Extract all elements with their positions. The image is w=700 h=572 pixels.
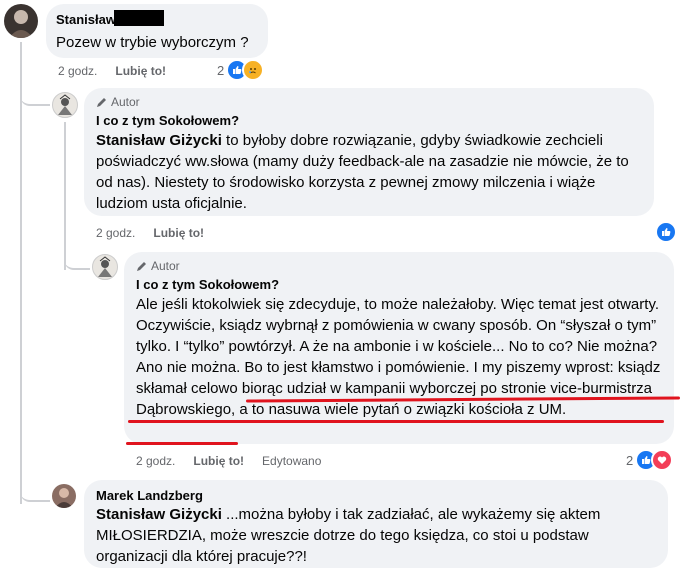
like-reaction-icon: [655, 221, 677, 243]
comment-author[interactable]: Stanisław: [56, 12, 116, 27]
reaction-summary[interactable]: 2: [626, 449, 674, 471]
edited-label: Edytowano: [262, 454, 322, 468]
author-badge: Autor: [96, 95, 140, 109]
author-badge-label: Autor: [151, 259, 180, 273]
comment-time[interactable]: 2 godz.: [58, 64, 97, 78]
reaction-count: 2: [626, 452, 634, 468]
sad-reaction-icon: [242, 59, 265, 81]
comment-bubble: Autor I co z tym Sokołowem? Ale jeśli kt…: [124, 252, 674, 444]
comment-bubble: Autor I co z tym Sokołowem? Stanisław Gi…: [84, 88, 654, 216]
comment-bubble: Marek Landzberg Stanisław Giżycki ...moż…: [84, 480, 668, 568]
comment-text: Pozew w trybie wyborczym ?: [56, 34, 249, 51]
comment-author[interactable]: Marek Landzberg: [96, 488, 203, 503]
comment-text: Stanisław Giżycki ...można byłoby i tak …: [96, 504, 660, 567]
pen-icon: [97, 97, 106, 107]
thread-connector-2: [64, 246, 90, 270]
comment-text: Stanisław Giżycki to byłoby dobre rozwią…: [96, 130, 642, 214]
comment-actions: 2 godz. Lubię to!: [58, 64, 166, 78]
redacted-name-block: [114, 10, 164, 26]
author-avatar[interactable]: [92, 254, 118, 280]
author-badge: Autor: [136, 259, 180, 273]
pen-icon: [137, 261, 146, 271]
mention-link[interactable]: Stanisław Giżycki: [96, 506, 222, 523]
avatar[interactable]: [4, 4, 38, 38]
author-avatar[interactable]: [52, 92, 78, 118]
page-name[interactable]: I co z tym Sokołowem?: [96, 113, 239, 128]
thread-connector: [20, 80, 50, 106]
comment-actions: 2 godz. Lubię to! Edytowano: [136, 454, 321, 468]
page-name[interactable]: I co z tym Sokołowem?: [136, 277, 279, 292]
comment-time[interactable]: 2 godz.: [136, 454, 175, 468]
annotation-underline: [128, 420, 664, 423]
thread-line-main: [20, 42, 22, 504]
like-button[interactable]: Lubię to!: [153, 226, 204, 240]
avatar[interactable]: [52, 484, 76, 508]
comment-actions: 2 godz. Lubię to!: [96, 226, 204, 240]
reaction-count: 2: [217, 62, 225, 78]
thread-connector-3: [20, 478, 50, 502]
comment-text: Ale jeśli ktokolwiek się zdecyduje, to m…: [136, 294, 664, 420]
comment-bubble: Stanisław Pozew w trybie wyborczym ?: [46, 4, 268, 58]
annotation-underline: [126, 442, 238, 445]
like-button[interactable]: Lubię to!: [115, 64, 166, 78]
mention-link[interactable]: Stanisław Giżycki: [96, 132, 222, 149]
like-button[interactable]: Lubię to!: [193, 454, 244, 468]
author-badge-label: Autor: [111, 95, 140, 109]
comment-body: Ale jeśli ktokolwiek się zdecyduje, to m…: [136, 296, 659, 376]
reaction-summary[interactable]: [655, 221, 677, 243]
love-reaction-icon: [651, 449, 674, 471]
reaction-summary[interactable]: 2: [217, 59, 265, 81]
comment-time[interactable]: 2 godz.: [96, 226, 135, 240]
